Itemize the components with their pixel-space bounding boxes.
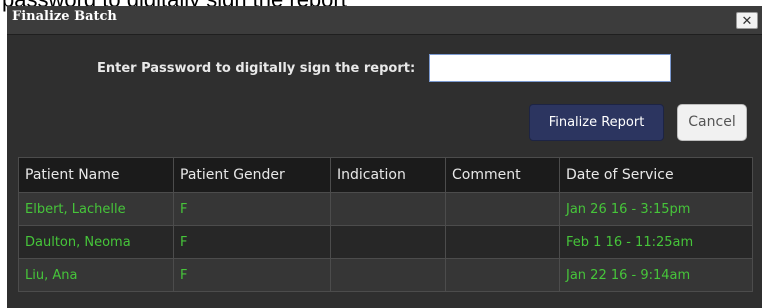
cell-patient-gender: F (173, 225, 331, 259)
column-header-indication[interactable]: Indication (330, 157, 446, 193)
cell-indication (330, 225, 446, 259)
cell-comment (445, 258, 560, 292)
close-icon: ✕ (741, 14, 753, 29)
column-header-patient-gender[interactable]: Patient Gender (173, 157, 331, 193)
table-row[interactable]: Daulton, Neoma F Feb 1 16 - 11:25am (18, 225, 753, 259)
cell-comment (445, 225, 560, 259)
cell-patient-gender: F (173, 192, 331, 226)
table-row[interactable]: Elbert, Lachelle F Jan 26 16 - 3:15pm (18, 192, 753, 226)
cell-indication (330, 192, 446, 226)
patients-table: Patient Name Patient Gender Indication C… (18, 157, 753, 292)
close-button[interactable]: ✕ (736, 12, 758, 29)
table-header-row: Patient Name Patient Gender Indication C… (18, 157, 753, 193)
cell-patient-gender: F (173, 258, 331, 292)
column-header-patient-name[interactable]: Patient Name (18, 157, 174, 193)
cell-date-of-service: Jan 26 16 - 3:15pm (559, 192, 753, 226)
cell-indication (330, 258, 446, 292)
dialog-title: Finalize Batch (12, 9, 117, 24)
cell-patient-name: Liu, Ana (18, 258, 174, 292)
cell-patient-name: Elbert, Lachelle (18, 192, 174, 226)
cell-date-of-service: Feb 1 16 - 11:25am (559, 225, 753, 259)
password-label: Enter Password to digitally sign the rep… (97, 61, 416, 76)
dialog-titlebar: Finalize Batch ✕ (7, 6, 762, 35)
cell-comment (445, 192, 560, 226)
table-row[interactable]: Liu, Ana F Jan 22 16 - 9:14am (18, 258, 753, 292)
password-input[interactable] (429, 54, 671, 82)
cell-patient-name: Daulton, Neoma (18, 225, 174, 259)
column-header-date-of-service[interactable]: Date of Service (559, 157, 753, 193)
cell-date-of-service: Jan 22 16 - 9:14am (559, 258, 753, 292)
column-header-comment[interactable]: Comment (445, 157, 560, 193)
finalize-report-button[interactable]: Finalize Report (529, 104, 664, 141)
finalize-batch-dialog: Finalize Batch ✕ Enter Password to digit… (7, 6, 762, 308)
cancel-button[interactable]: Cancel (677, 104, 747, 141)
